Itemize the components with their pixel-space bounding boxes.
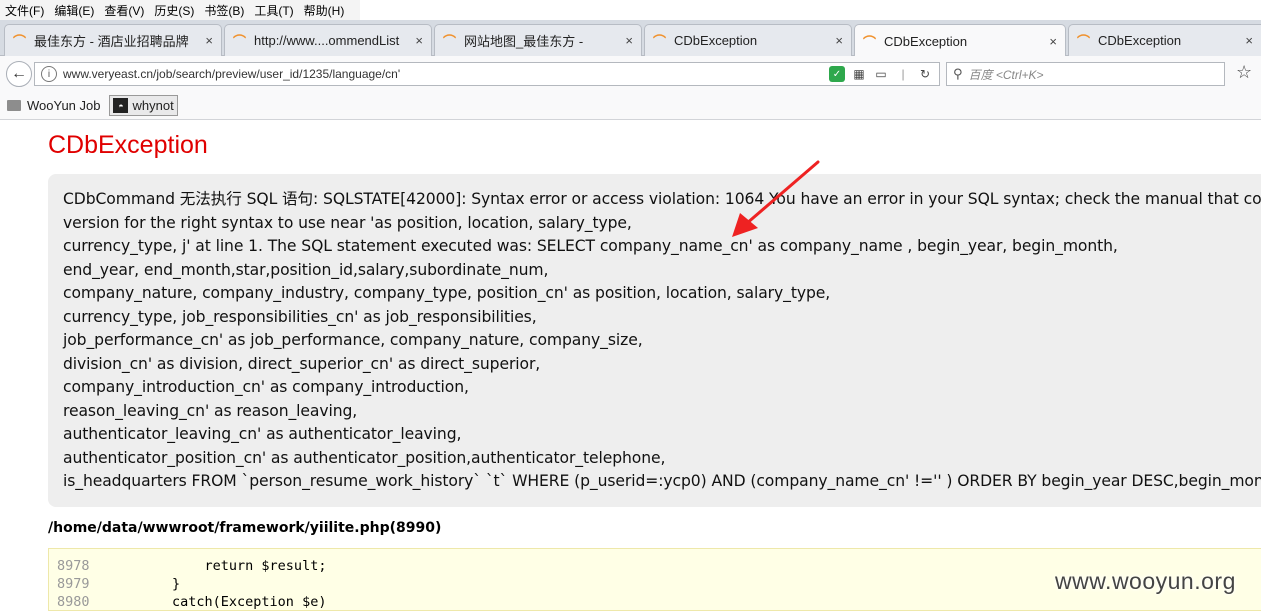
message-line: division_cn' as division, direct_superio… <box>63 354 541 373</box>
tab-strip: ⌒ 最佳东方 - 酒店业招聘品牌 × ⌒ http://www....ommen… <box>0 20 1261 57</box>
info-icon[interactable]: i <box>41 66 57 82</box>
menu-view[interactable]: 查看(V) <box>99 2 149 19</box>
folder-icon <box>7 100 21 111</box>
message-line: CDbCommand 无法执行 SQL 语句: SQLSTATE[42000]:… <box>63 190 1261 208</box>
tab-close-icon[interactable]: × <box>1049 34 1057 49</box>
tab-favicon-icon: ⌒ <box>1077 34 1091 49</box>
code-text: } <box>107 576 181 592</box>
page-title: CDbException <box>48 131 208 159</box>
message-line: reason_leaving_cn' as reason_leaving, <box>63 401 358 420</box>
message-line: currency_type, j' at line 1. The SQL sta… <box>63 237 1118 255</box>
code-line: 8980 catch(Exception $e) <box>49 593 1261 610</box>
qr-code-icon[interactable]: ▦ <box>851 66 867 82</box>
message-line: company_introduction_cn' as company_intr… <box>63 378 469 396</box>
tab-label: CDbException <box>674 33 758 48</box>
bookmark-wooyun-job[interactable]: WooYun Job <box>4 96 103 115</box>
bookmark-label: WooYun Job <box>27 98 101 113</box>
bookmarks-bar: WooYun Job ◓ whynot <box>0 92 1261 120</box>
tab-close-icon[interactable]: × <box>1245 33 1253 48</box>
menu-tools[interactable]: 工具(T) <box>249 2 298 19</box>
nav-toolbar: ← i www.veryeast.cn/job/search/preview/u… <box>0 56 1261 92</box>
annotation-arrow-icon <box>732 160 820 237</box>
source-file-path: /home/data/wwwroot/framework/yiilite.php… <box>48 520 442 536</box>
tab-cdbexception-active[interactable]: ⌒ CDbException × <box>854 24 1066 57</box>
shield-icon[interactable]: ✓ <box>829 66 845 82</box>
tab-label: http://www....ommendList <box>254 33 400 48</box>
code-text: catch(Exception $e) <box>107 594 327 610</box>
message-line: company_nature, company_industry, compan… <box>63 284 831 302</box>
message-line: is_headquarters FROM `person_resume_work… <box>63 472 1261 490</box>
tab-recommendlist[interactable]: ⌒ http://www....ommendList × <box>224 24 432 56</box>
menu-bookmarks[interactable]: 书签(B) <box>199 2 249 19</box>
bookmark-star-icon[interactable]: ☆ <box>1236 62 1252 83</box>
message-line: job_performance_cn' as job_performance, … <box>63 331 643 349</box>
tab-label: CDbException <box>1098 33 1182 48</box>
tab-close-icon[interactable]: × <box>415 33 423 48</box>
error-message: CDbCommand 无法执行 SQL 语句: SQLSTATE[42000]:… <box>48 174 1261 507</box>
line-number: 8980 <box>57 594 90 610</box>
tab-favicon-icon: ⌒ <box>233 34 247 49</box>
tab-close-icon[interactable]: × <box>205 33 213 48</box>
message-line: version for the right syntax to use near… <box>63 213 632 232</box>
code-text: return $result; <box>107 558 327 574</box>
menu-history[interactable]: 历史(S) <box>149 2 199 19</box>
menu-file[interactable]: 文件(F) <box>0 2 49 19</box>
tab-favicon-icon: ⌒ <box>13 34 27 49</box>
message-line: currency_type, job_responsibilities_cn' … <box>63 307 537 326</box>
tab-sitemap[interactable]: ⌒ 网站地图_最佳东方 - × <box>434 24 642 56</box>
whynot-favicon-icon: ◓ <box>113 98 129 113</box>
tab-cdbexception-3[interactable]: ⌒ CDbException × <box>1068 24 1261 56</box>
back-arrow-icon[interactable]: ← <box>6 61 32 87</box>
message-line: authenticator_position_cn' as authentica… <box>63 448 666 467</box>
tab-veryeast[interactable]: ⌒ 最佳东方 - 酒店业招聘品牌 × <box>4 24 222 56</box>
tab-close-icon[interactable]: × <box>835 33 843 48</box>
menu-edit[interactable]: 编辑(E) <box>49 2 99 19</box>
message-line: authenticator_leaving_cn' as authenticat… <box>63 425 462 443</box>
tab-favicon-icon: ⌒ <box>863 34 877 50</box>
tab-cdbexception-1[interactable]: ⌒ CDbException × <box>644 24 852 56</box>
reload-icon[interactable]: ↻ <box>917 66 933 82</box>
menu-bar: 文件(F) 编辑(E) 查看(V) 历史(S) 书签(B) 工具(T) 帮助(H… <box>0 0 360 20</box>
menu-help[interactable]: 帮助(H) <box>299 2 350 19</box>
tab-label: 网站地图_最佳东方 - <box>464 34 584 49</box>
search-input[interactable]: ⚲ 百度 <Ctrl+K> <box>946 62 1225 86</box>
divider: | <box>901 67 905 81</box>
line-number: 8979 <box>57 576 90 592</box>
tab-label: CDbException <box>884 33 968 49</box>
url-bar[interactable]: i www.veryeast.cn/job/search/preview/use… <box>34 62 940 86</box>
search-placeholder: 百度 <Ctrl+K> <box>968 67 1044 82</box>
message-line: end_year, end_month,star,position_id,sal… <box>63 260 549 279</box>
line-number: 8978 <box>57 558 90 574</box>
tab-favicon-icon: ⌒ <box>653 34 667 49</box>
tab-label: 最佳东方 - 酒店业招聘品牌 <box>34 34 189 49</box>
tab-close-icon[interactable]: × <box>625 33 633 48</box>
watermark: www.wooyun.org <box>1055 568 1236 594</box>
tab-favicon-icon: ⌒ <box>443 34 457 49</box>
bookmark-whynot[interactable]: ◓ whynot <box>109 95 178 116</box>
url-text[interactable]: www.veryeast.cn/job/search/preview/user_… <box>63 67 829 81</box>
reader-view-icon[interactable]: ▭ <box>873 66 889 82</box>
bookmark-label: whynot <box>132 98 174 113</box>
search-icon: ⚲ <box>953 66 963 81</box>
